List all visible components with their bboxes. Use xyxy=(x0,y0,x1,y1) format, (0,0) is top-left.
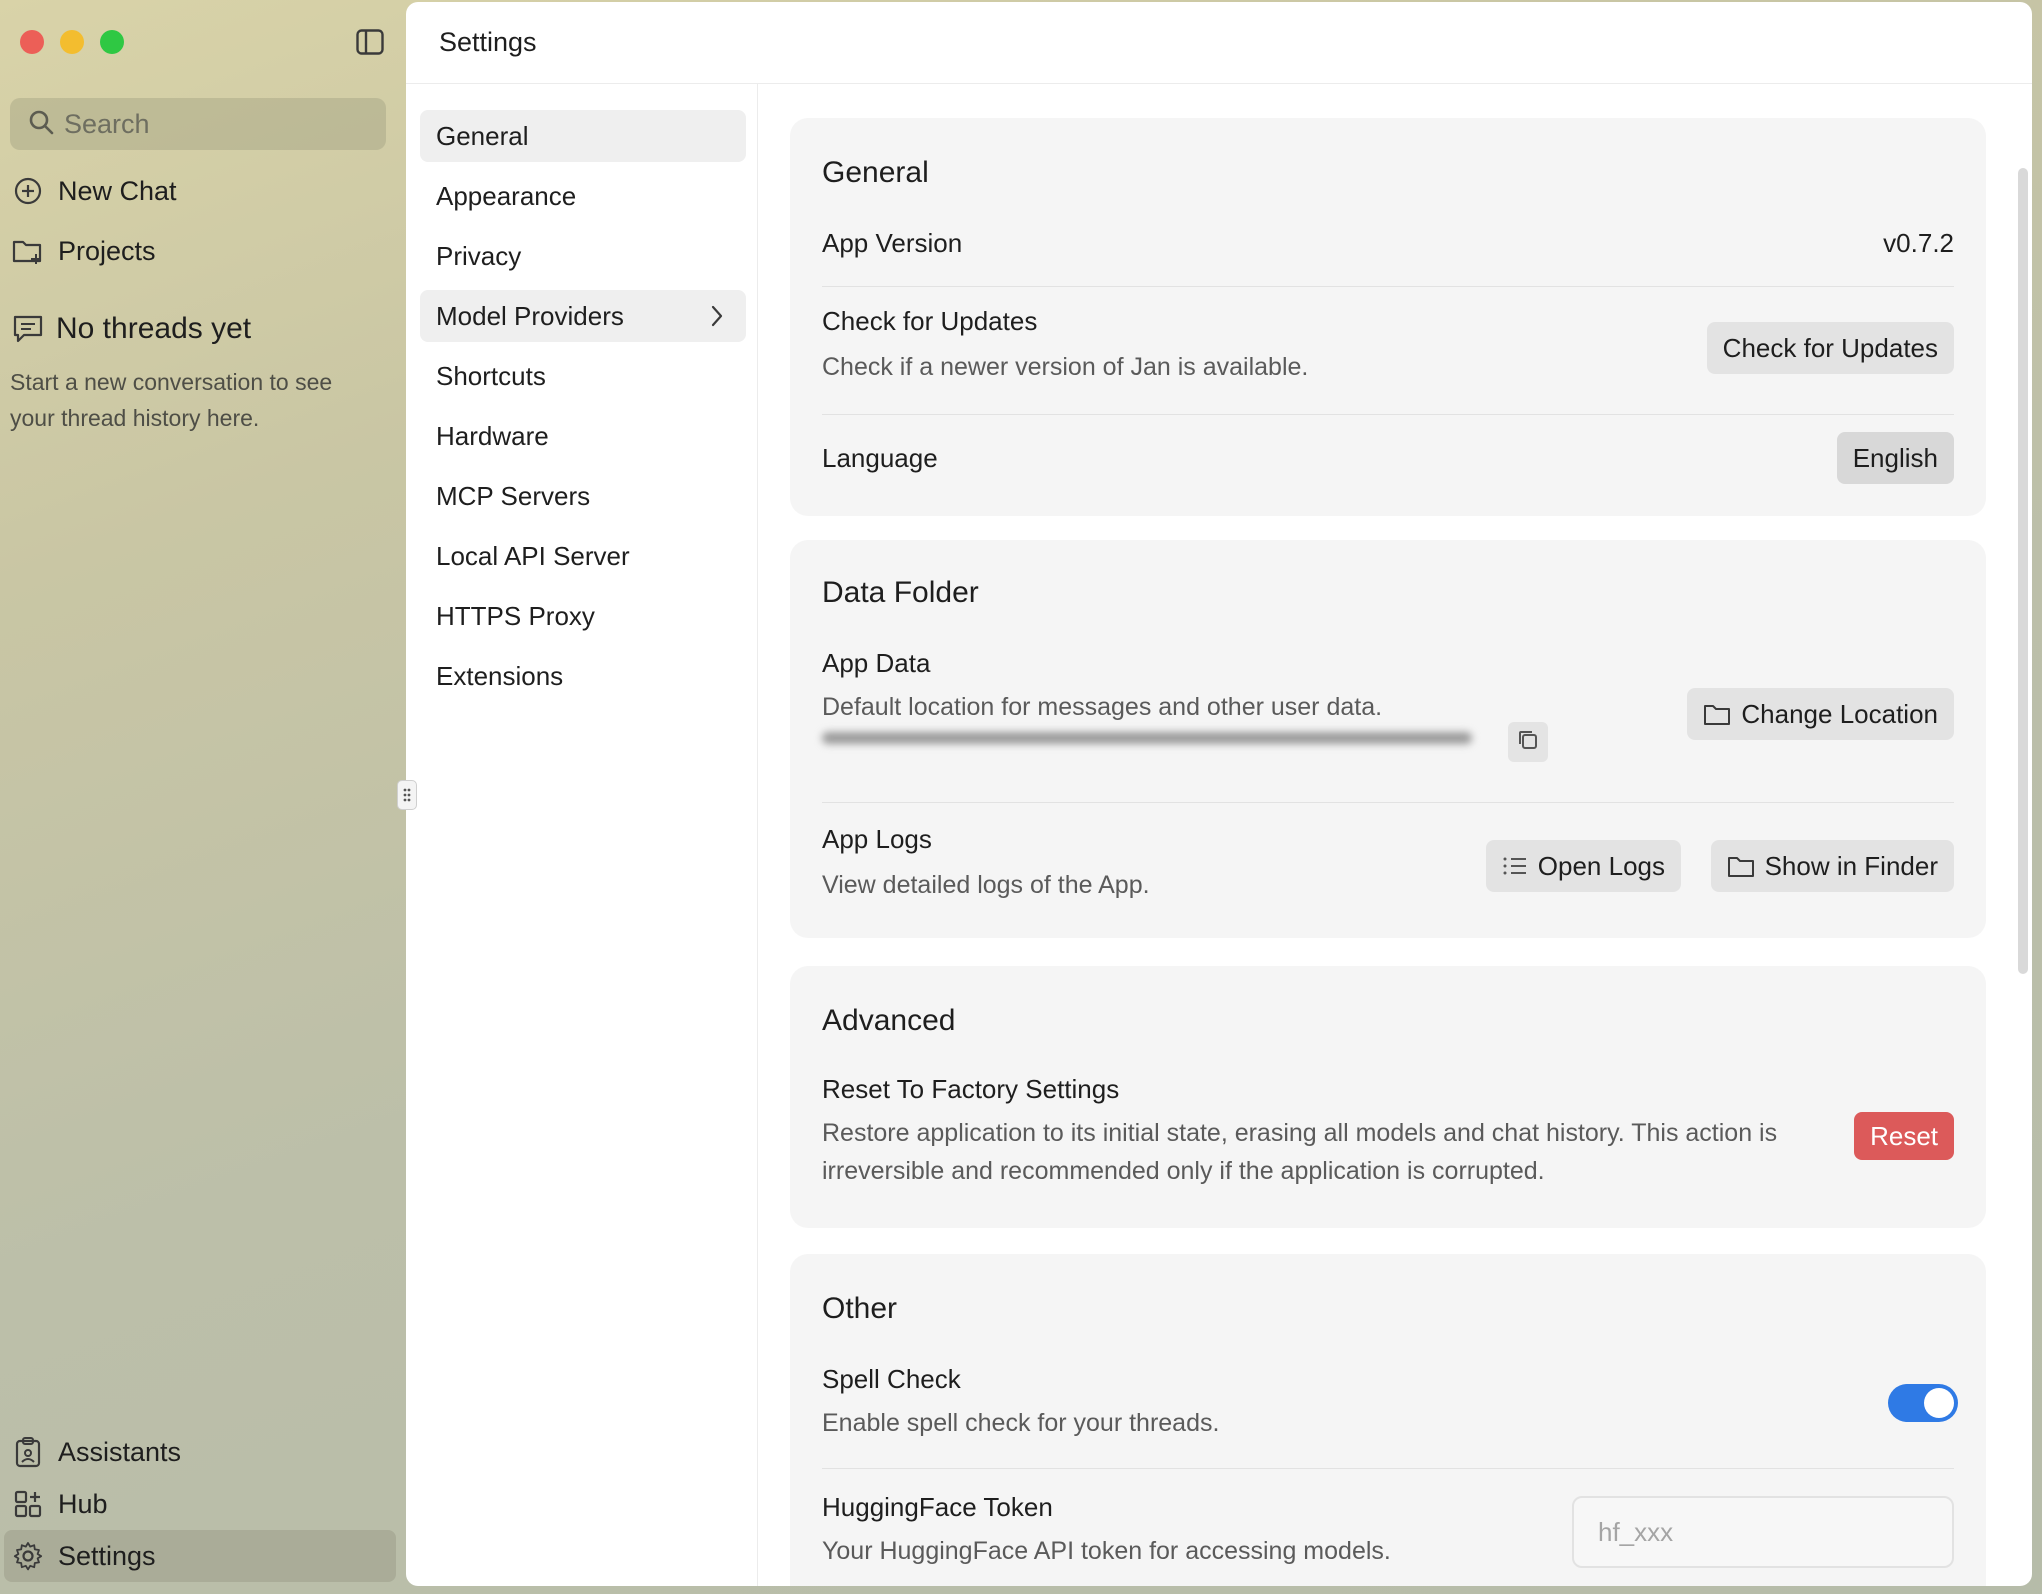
reset-button[interactable]: Reset xyxy=(1854,1112,1954,1160)
settings-nav-label: Model Providers xyxy=(436,300,624,331)
clipboard-icon xyxy=(12,1436,44,1468)
copy-path-button[interactable] xyxy=(1508,722,1548,762)
general-card: General App Version v0.7.2 Check for Upd… xyxy=(790,118,1986,516)
toggle-knob xyxy=(1924,1388,1954,1418)
window-minimize-button[interactable] xyxy=(60,30,84,54)
window-zoom-button[interactable] xyxy=(100,30,124,54)
message-square-icon xyxy=(12,313,44,345)
grid-plus-icon xyxy=(12,1488,44,1520)
page-title: Settings xyxy=(406,2,2032,84)
settings-content: General App Version v0.7.2 Check for Upd… xyxy=(758,84,2032,1586)
hf-token-input[interactable] xyxy=(1572,1496,1954,1568)
settings-nav-label: HTTPS Proxy xyxy=(436,600,595,631)
advanced-title: Advanced xyxy=(822,1004,956,1037)
list-icon xyxy=(1502,855,1528,877)
sidebar-resize-handle[interactable] xyxy=(397,780,417,810)
window-close-button[interactable] xyxy=(20,30,44,54)
app-logs-title: App Logs xyxy=(822,824,932,854)
spell-check-title: Spell Check xyxy=(822,1364,961,1394)
settings-nav-extensions[interactable]: Extensions xyxy=(420,650,746,702)
data-folder-card: Data Folder App Data Default location fo… xyxy=(790,540,1986,938)
folder-icon xyxy=(1703,702,1731,726)
show-in-finder-label: Show in Finder xyxy=(1764,850,1938,881)
settings-nav-privacy[interactable]: Privacy xyxy=(420,230,746,282)
hf-token-title: HuggingFace Token xyxy=(822,1492,1053,1522)
projects-label: Projects xyxy=(58,235,156,266)
gear-icon xyxy=(12,1540,44,1572)
search-icon xyxy=(28,109,54,140)
settings-nav-label: Privacy xyxy=(436,240,522,271)
check-updates-description: Check if a newer version of Jan is avail… xyxy=(822,353,1309,381)
hub-button[interactable]: Hub xyxy=(12,1488,108,1520)
main-panel: Settings General Appearance Privacy Mode… xyxy=(406,2,2032,1586)
settings-nav-hardware[interactable]: Hardware xyxy=(420,410,746,462)
settings-nav: General Appearance Privacy Model Provide… xyxy=(406,84,758,1586)
divider xyxy=(822,286,1954,287)
advanced-card: Advanced Reset To Factory Settings Resto… xyxy=(790,966,1986,1228)
settings-nav-label: Hardware xyxy=(436,420,549,451)
chevron-right-icon xyxy=(710,304,724,335)
new-chat-label: New Chat xyxy=(58,175,177,206)
settings-nav-label: Extensions xyxy=(436,660,564,691)
change-location-button[interactable]: Change Location xyxy=(1687,688,1954,740)
check-updates-title: Check for Updates xyxy=(822,306,1038,336)
open-logs-button[interactable]: Open Logs xyxy=(1485,840,1681,892)
settings-nav-appearance[interactable]: Appearance xyxy=(420,170,746,222)
sidebar-toggle-icon[interactable] xyxy=(356,29,384,55)
general-title: General xyxy=(822,156,929,189)
change-location-label: Change Location xyxy=(1741,698,1938,729)
content-scrollbar[interactable] xyxy=(2018,168,2028,974)
spell-check-toggle[interactable] xyxy=(1888,1384,1958,1422)
show-in-finder-button[interactable]: Show in Finder xyxy=(1710,840,1954,892)
language-label: Language xyxy=(822,443,938,473)
search-input[interactable] xyxy=(64,108,364,140)
open-logs-label: Open Logs xyxy=(1537,850,1665,881)
check-updates-button[interactable]: Check for Updates xyxy=(1706,322,1954,374)
copy-icon xyxy=(1517,729,1539,756)
app-version-label: App Version xyxy=(822,228,963,258)
settings-nav-label: General xyxy=(436,120,529,151)
settings-nav-label: Shortcuts xyxy=(436,360,546,391)
settings-nav-local-api-server[interactable]: Local API Server xyxy=(420,530,746,582)
app-data-title: App Data xyxy=(822,648,931,678)
folder-icon xyxy=(1727,854,1755,878)
other-card: Other Spell Check Enable spell check for… xyxy=(790,1254,1986,1586)
data-folder-title: Data Folder xyxy=(822,576,979,609)
app-logs-description: View detailed logs of the App. xyxy=(822,871,1150,899)
divider xyxy=(822,802,1954,803)
settings-nav-general[interactable]: General xyxy=(420,110,746,162)
language-select[interactable]: English xyxy=(1836,432,1954,484)
divider xyxy=(822,1468,1954,1469)
divider xyxy=(822,414,1954,415)
projects-button[interactable]: Projects xyxy=(12,235,156,267)
reset-factory-title: Reset To Factory Settings xyxy=(822,1074,1120,1104)
other-title: Other xyxy=(822,1292,898,1325)
hf-token-description: Your HuggingFace API token for accessing… xyxy=(822,1537,1391,1565)
new-chat-button[interactable]: New Chat xyxy=(12,175,177,207)
plus-circle-icon xyxy=(12,175,44,207)
empty-threads-description: Start a new conversation to see your thr… xyxy=(10,369,333,431)
settings-nav-shortcuts[interactable]: Shortcuts xyxy=(420,350,746,402)
settings-nav-model-providers[interactable]: Model Providers xyxy=(420,290,746,342)
assistants-label: Assistants xyxy=(58,1436,182,1467)
settings-nav-label: MCP Servers xyxy=(436,480,591,511)
app-version-value: v0.7.2 xyxy=(1883,228,1954,258)
search-box[interactable] xyxy=(10,98,386,150)
assistants-button[interactable]: Assistants xyxy=(12,1436,181,1468)
empty-threads-title: No threads yet xyxy=(12,312,251,346)
settings-nav-label: Local API Server xyxy=(436,540,630,571)
reset-factory-description: Restore application to its initial state… xyxy=(822,1119,1778,1185)
hub-label: Hub xyxy=(58,1488,108,1519)
settings-nav-label: Appearance xyxy=(436,180,577,211)
app-data-path-redacted xyxy=(822,716,1482,760)
settings-nav-mcp-servers[interactable]: MCP Servers xyxy=(420,470,746,522)
spell-check-description: Enable spell check for your threads. xyxy=(822,1409,1220,1437)
settings-label: Settings xyxy=(58,1540,156,1571)
empty-threads-label: No threads yet xyxy=(56,312,252,345)
settings-nav-https-proxy[interactable]: HTTPS Proxy xyxy=(420,590,746,642)
app-sidebar: New Chat Projects No threads yet Start a… xyxy=(0,0,406,1594)
folder-plus-icon xyxy=(12,235,44,267)
settings-button[interactable]: Settings xyxy=(12,1540,156,1572)
